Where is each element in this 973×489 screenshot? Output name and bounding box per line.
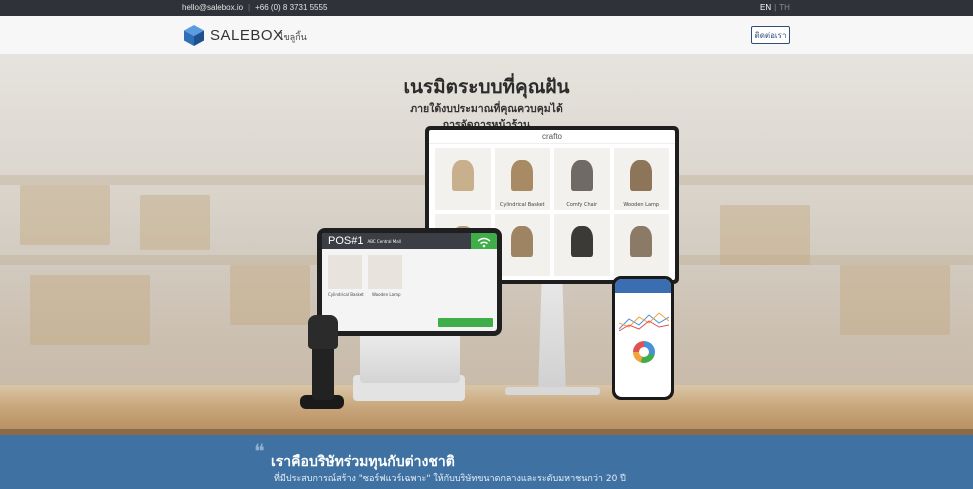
brand-logo-link[interactable]: SALEBOX: [184, 25, 284, 46]
main-navbar: SALEBOX ไขลูกิ้น ติดต่อเรา: [0, 16, 973, 55]
monitor-product-card: [613, 214, 669, 276]
monitor-product-caption: Comfy Chair: [566, 202, 598, 208]
phone-link[interactable]: +66 (0) 8 3731 5555: [255, 3, 327, 12]
pos-stand: [360, 333, 460, 383]
pos-product-caption: Wooden Lamp: [372, 292, 401, 297]
pos-subtitle: ABC Central Mall: [367, 238, 401, 244]
wooden-table: [0, 385, 973, 435]
hero-title: เนรมิตระบบที่คุณฝัน: [403, 76, 570, 98]
top-contact-bar: hello@salebox.io | +66 (0) 8 3731 5555 E…: [0, 0, 973, 16]
scanner-head: [308, 315, 338, 349]
hero-subtitle-1: ภายใต้งบประมาณที่คุณควบคุมได้: [410, 103, 563, 115]
monitor-product-card: [554, 214, 610, 276]
salebox-cube-icon: [184, 25, 204, 46]
phone-screen: [615, 279, 671, 397]
contact-separator: |: [248, 3, 251, 12]
scanner-body: [312, 345, 334, 400]
contact-info: hello@salebox.io | +66 (0) 8 3731 5555: [182, 3, 327, 12]
monitor-product-card: [494, 214, 550, 276]
email-link[interactable]: hello@salebox.io: [182, 3, 243, 12]
lang-th-link[interactable]: TH: [779, 3, 790, 12]
quote-icon: ❝: [254, 439, 265, 463]
phone-line-chart-icon: [619, 312, 669, 332]
background-box: [720, 205, 810, 265]
monitor-base: [505, 387, 600, 395]
contact-us-button[interactable]: ติดต่อเรา: [751, 26, 790, 44]
monitor-product-card: [435, 148, 491, 210]
pos-screen: POS#1 ABC Central Mall Cylindrical Baske…: [322, 233, 497, 331]
pos-product-thumb: [368, 255, 402, 289]
background-box: [30, 275, 150, 345]
phone-donut-chart-icon: [633, 341, 655, 363]
background-box: [20, 185, 110, 245]
pos-header: POS#1 ABC Central Mall: [322, 233, 497, 249]
pos-title: POS#1: [328, 235, 364, 247]
background-box: [230, 265, 310, 325]
phone-header: [615, 279, 671, 293]
monitor-product-card: Comfy Chair: [554, 148, 610, 210]
background-box: [140, 195, 210, 250]
monitor-product-card: Wooden Lamp: [613, 148, 669, 210]
monitor-product-caption: Cylindrical Basket: [499, 202, 545, 208]
monitor-product-caption: Wooden Lamp: [623, 202, 660, 208]
barcode-scanner-image: [300, 315, 344, 411]
mobile-phone-image: [612, 276, 674, 400]
banner-title: เราคือบริษัทร่วมทุนกับต่างชาติ: [271, 454, 455, 470]
wifi-icon: [471, 233, 497, 249]
lang-separator: |: [774, 3, 777, 12]
pos-confirm-icon: [438, 318, 493, 327]
monitor-site-header: crafto: [429, 130, 675, 144]
pos-terminal-image: POS#1 ABC Central Mall Cylindrical Baske…: [317, 228, 502, 336]
lang-en-link[interactable]: EN: [760, 3, 771, 12]
banner-text: ที่มีประสบการณ์สร้าง "ซอร์ฟแวร์เฉพาะ" ให…: [274, 474, 626, 484]
monitor-product-card: Cylindrical Basket: [494, 148, 550, 210]
nav-link-info[interactable]: ไขลูกิ้น: [279, 30, 307, 44]
pos-product-thumb: [328, 255, 362, 289]
language-switcher: EN | TH: [760, 3, 790, 12]
brand-name: SALEBOX: [210, 27, 284, 44]
background-box: [840, 265, 950, 335]
company-banner: ❝ เราคือบริษัทร่วมทุนกับต่างชาติ ที่มีปร…: [0, 435, 973, 489]
pos-product-caption: Cylindrical Basket: [328, 292, 364, 297]
